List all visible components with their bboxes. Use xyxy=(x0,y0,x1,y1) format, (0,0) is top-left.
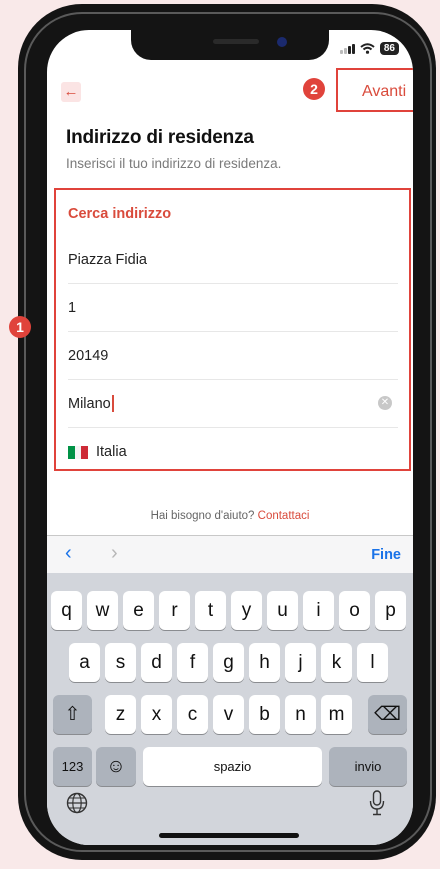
key-j[interactable]: j xyxy=(285,643,316,682)
camera xyxy=(277,37,287,47)
emoji-key[interactable]: ☺ xyxy=(96,747,136,786)
signal-icon xyxy=(339,43,355,54)
key-i[interactable]: i xyxy=(303,591,334,630)
city-field[interactable]: Milano ✕ xyxy=(68,380,398,428)
backspace-key[interactable]: ⌫ xyxy=(368,695,407,734)
next-field-icon[interactable]: › xyxy=(111,542,118,565)
key-o[interactable]: o xyxy=(339,591,370,630)
globe-icon[interactable] xyxy=(66,792,88,814)
key-u[interactable]: u xyxy=(267,591,298,630)
page-title: Indirizzo di residenza xyxy=(66,127,254,148)
country-field[interactable]: Italia xyxy=(68,428,398,476)
annotation-badge-2: 2 xyxy=(303,78,325,100)
key-c[interactable]: c xyxy=(177,695,208,734)
key-q[interactable]: q xyxy=(51,591,82,630)
key-k[interactable]: k xyxy=(321,643,352,682)
space-key[interactable]: spazio xyxy=(143,747,322,786)
wifi-icon xyxy=(360,43,375,54)
key-b[interactable]: b xyxy=(249,695,280,734)
key-m[interactable]: m xyxy=(321,695,352,734)
battery-indicator: 86 xyxy=(379,42,399,55)
help-text: Hai bisogno d'aiuto? Contattaci xyxy=(47,510,413,522)
country-value: Italia xyxy=(96,444,127,460)
key-n[interactable]: n xyxy=(285,695,316,734)
key-s[interactable]: s xyxy=(105,643,136,682)
italy-flag-icon xyxy=(68,445,89,459)
contact-link[interactable]: Contattaci xyxy=(258,510,310,522)
shift-key[interactable]: ⇧ xyxy=(53,695,92,734)
key-d[interactable]: d xyxy=(141,643,172,682)
text-cursor xyxy=(111,395,114,412)
street-number-field[interactable]: 1 xyxy=(68,284,398,332)
numbers-key[interactable]: 123 xyxy=(53,747,92,786)
key-a[interactable]: a xyxy=(69,643,100,682)
key-f[interactable]: f xyxy=(177,643,208,682)
keyboard: ‹ › Fine qwertyuiop asdfghjkl zxcvbnm ⇧ … xyxy=(47,535,413,845)
key-v[interactable]: v xyxy=(213,695,244,734)
next-button[interactable]: Avanti xyxy=(362,83,406,101)
help-label: Hai bisogno d'aiuto? xyxy=(150,510,258,522)
return-key[interactable]: invio xyxy=(329,747,407,786)
keyboard-toolbar: ‹ › Fine xyxy=(47,535,413,573)
street-value: Piazza Fidia xyxy=(68,251,147,268)
search-address-link[interactable]: Cerca indirizzo xyxy=(68,206,171,222)
key-p[interactable]: p xyxy=(375,591,406,630)
address-form: Cerca indirizzo Piazza Fidia 1 20149 Mil… xyxy=(54,188,411,471)
city-value: Milano xyxy=(68,395,111,412)
annotation-badge-1: 1 xyxy=(9,316,31,338)
microphone-icon[interactable] xyxy=(369,790,385,816)
key-x[interactable]: x xyxy=(141,695,172,734)
street-field[interactable]: Piazza Fidia xyxy=(68,236,398,284)
key-e[interactable]: e xyxy=(123,591,154,630)
notch xyxy=(131,30,329,60)
postal-code-value: 20149 xyxy=(68,347,109,364)
home-indicator xyxy=(159,833,299,838)
previous-field-icon[interactable]: ‹ xyxy=(65,542,72,565)
key-g[interactable]: g xyxy=(213,643,244,682)
page-subtitle: Inserisci il tuo indirizzo di residenza. xyxy=(66,156,282,171)
key-y[interactable]: y xyxy=(231,591,262,630)
screen: 86 ← 2 Avanti Indirizzo di residenza Ins… xyxy=(47,30,413,845)
key-z[interactable]: z xyxy=(105,695,136,734)
clear-icon[interactable]: ✕ xyxy=(378,396,392,410)
back-button[interactable]: ← xyxy=(61,82,81,102)
key-r[interactable]: r xyxy=(159,591,190,630)
key-w[interactable]: w xyxy=(87,591,118,630)
key-t[interactable]: t xyxy=(195,591,226,630)
key-l[interactable]: l xyxy=(357,643,388,682)
done-button[interactable]: Fine xyxy=(371,547,401,563)
key-h[interactable]: h xyxy=(249,643,280,682)
speaker xyxy=(213,39,259,44)
status-bar: 86 xyxy=(339,42,399,55)
street-number-value: 1 xyxy=(68,299,77,316)
postal-code-field[interactable]: 20149 xyxy=(68,332,398,380)
